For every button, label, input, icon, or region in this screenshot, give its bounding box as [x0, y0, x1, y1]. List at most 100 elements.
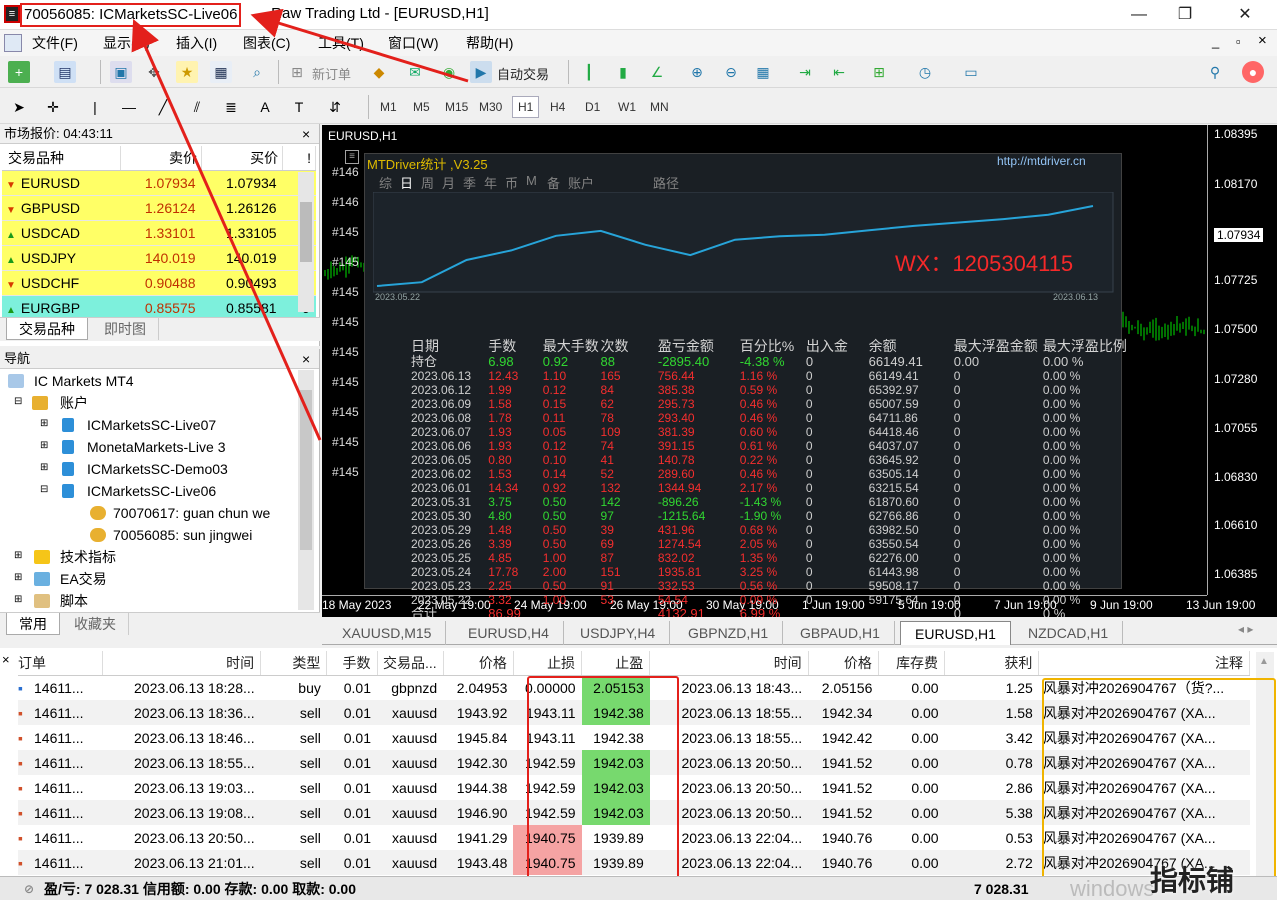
- chart-shift-icon[interactable]: ⇤: [828, 61, 850, 83]
- tree-server-1[interactable]: ICMarketsSC-Live07: [87, 414, 216, 436]
- menu-view[interactable]: 显示(V): [103, 33, 150, 53]
- tab-common[interactable]: 常用: [6, 613, 60, 635]
- collapse-icon[interactable]: ⊟: [14, 396, 22, 407]
- chat-icon[interactable]: ✉: [404, 61, 426, 83]
- menu-file[interactable]: 文件(F): [32, 33, 78, 53]
- zoom-out-icon[interactable]: ⊖: [720, 61, 742, 83]
- tree-account-1[interactable]: 70070617: guan chun we: [113, 502, 270, 524]
- mtdriver-tab[interactable]: 综: [379, 173, 392, 192]
- periods-icon[interactable]: ◷: [914, 61, 936, 83]
- collapse-icon[interactable]: ⊟: [40, 484, 48, 495]
- market-watch-row[interactable]: ▼USDCHF0.904880.904935: [2, 270, 316, 296]
- timeframe-d1[interactable]: D1: [585, 100, 600, 114]
- profiles-icon[interactable]: ▤: [54, 61, 76, 83]
- mdi-restore-button[interactable]: ▫: [1236, 34, 1241, 49]
- history-header[interactable]: 时间: [649, 651, 809, 676]
- market-watch-row[interactable]: ▼GBPUSD1.261241.261262: [2, 195, 316, 221]
- candlestick-icon[interactable]: ▮: [612, 61, 634, 83]
- vertical-line-icon[interactable]: |: [84, 96, 106, 118]
- text-icon[interactable]: A: [254, 96, 276, 118]
- mw-header-spread[interactable]: !: [282, 146, 316, 171]
- expand-icon[interactable]: ⊞: [14, 594, 22, 605]
- history-header[interactable]: 止损: [513, 651, 583, 676]
- tab-symbols[interactable]: 交易品种: [6, 318, 88, 340]
- history-header[interactable]: 订单: [18, 651, 103, 676]
- mw-header-ask[interactable]: 买价: [201, 146, 284, 171]
- notifications-icon[interactable]: ●: [1242, 61, 1264, 83]
- auto-trading-button[interactable]: 自动交易: [497, 64, 549, 83]
- chart-tab[interactable]: GBPAUD,H1: [786, 621, 895, 645]
- tab-favorites[interactable]: 收藏夹: [62, 613, 129, 635]
- timeframe-h1[interactable]: H1: [512, 96, 540, 118]
- navigator-scrollbar[interactable]: [298, 370, 314, 610]
- mtdriver-url[interactable]: http://mtdriver.cn: [997, 154, 1086, 168]
- history-header[interactable]: 交易品...: [377, 651, 444, 676]
- history-header[interactable]: 类型: [260, 651, 328, 676]
- maximize-button[interactable]: ❐: [1162, 0, 1208, 30]
- market-watch-row[interactable]: ▲USDCAD1.331011.331054: [2, 220, 316, 246]
- chart-tab[interactable]: XAUUSD,M15: [328, 621, 447, 645]
- crosshair-icon[interactable]: ✛: [42, 96, 64, 118]
- mtdriver-tab[interactable]: 币: [505, 173, 518, 192]
- menu-help[interactable]: 帮助(H): [466, 33, 513, 53]
- signals-icon[interactable]: ◉: [438, 61, 460, 83]
- expand-icon[interactable]: ⊞: [14, 572, 22, 583]
- channel-icon[interactable]: ⫽: [186, 96, 208, 118]
- menu-insert[interactable]: 插入(I): [176, 33, 217, 53]
- history-header[interactable]: 止盈: [581, 651, 651, 676]
- navigator-close-icon[interactable]: ×: [302, 350, 310, 368]
- search-icon[interactable]: ⚲: [1204, 61, 1226, 83]
- tree-indicators[interactable]: 技术指标: [60, 546, 116, 568]
- mtdriver-tab[interactable]: 路径: [653, 173, 679, 192]
- autoscroll-icon[interactable]: ⇥: [794, 61, 816, 83]
- expand-icon[interactable]: ⊞: [14, 550, 22, 561]
- chart-tab[interactable]: NZDCAD,H1: [1014, 621, 1124, 645]
- history-header[interactable]: 获利: [944, 651, 1040, 676]
- mdi-minimize-button[interactable]: _: [1212, 34, 1219, 49]
- expand-icon[interactable]: ⊞: [40, 418, 48, 429]
- mdi-close-button[interactable]: ×: [1258, 32, 1267, 49]
- new-chart-icon[interactable]: +: [8, 61, 30, 83]
- zoom-in-icon[interactable]: ⊕: [686, 61, 708, 83]
- mtdriver-tab[interactable]: 日: [400, 173, 413, 192]
- chart-tab[interactable]: USDJPY,H4: [566, 621, 671, 645]
- terminal-close-icon[interactable]: ×: [2, 652, 10, 667]
- tile-windows-icon[interactable]: ▦: [752, 61, 774, 83]
- tree-root[interactable]: IC Markets MT4: [34, 370, 134, 392]
- tree-accounts[interactable]: 账户: [60, 392, 88, 414]
- timeframe-m30[interactable]: M30: [479, 100, 502, 114]
- indicators-icon[interactable]: ⊞: [868, 61, 890, 83]
- data-window-icon[interactable]: ✥: [143, 61, 165, 83]
- market-watch-icon[interactable]: ▣: [110, 61, 132, 83]
- arrows-icon[interactable]: ⇵: [324, 96, 346, 118]
- trendline-icon[interactable]: ╱: [152, 96, 174, 118]
- metaeditor-icon[interactable]: ◆: [368, 61, 390, 83]
- new-order-button[interactable]: 新订单: [312, 64, 351, 83]
- minimize-button[interactable]: —: [1116, 0, 1162, 30]
- timeframe-w1[interactable]: W1: [618, 100, 636, 114]
- tree-account-2[interactable]: 70056085: sun jingwei: [113, 524, 252, 546]
- cursor-icon[interactable]: ➤: [8, 96, 30, 118]
- timeframe-m15[interactable]: M15: [445, 100, 468, 114]
- mtdriver-tab[interactable]: 年: [484, 173, 497, 192]
- mtdriver-tab[interactable]: 月: [442, 173, 455, 192]
- chart-tab[interactable]: GBPNZD,H1: [674, 621, 784, 645]
- mtdriver-tab[interactable]: 季: [463, 173, 476, 192]
- market-watch-close-icon[interactable]: ×: [302, 125, 310, 143]
- new-order-icon[interactable]: ⊞: [286, 61, 308, 83]
- mtdriver-tab[interactable]: M: [526, 173, 537, 188]
- templates-icon[interactable]: ▭: [960, 61, 982, 83]
- strategy-tester-icon[interactable]: ⌕: [246, 61, 268, 83]
- panel-toggle-icon[interactable]: ≡: [345, 150, 359, 164]
- expand-icon[interactable]: ⊞: [40, 440, 48, 451]
- navigator-icon[interactable]: ★: [176, 61, 198, 83]
- timeframe-h4[interactable]: H4: [550, 100, 565, 114]
- timeframe-m5[interactable]: M5: [413, 100, 430, 114]
- terminal-icon[interactable]: ▦: [210, 61, 232, 83]
- chart-tab[interactable]: EURUSD,H1: [900, 621, 1011, 645]
- mtdriver-tab[interactable]: 备: [547, 173, 560, 192]
- horizontal-line-icon[interactable]: —: [118, 96, 140, 118]
- tree-server-4[interactable]: ICMarketsSC-Live06: [87, 480, 216, 502]
- line-chart-icon[interactable]: ∠: [646, 61, 668, 83]
- expand-icon[interactable]: ⊞: [40, 462, 48, 473]
